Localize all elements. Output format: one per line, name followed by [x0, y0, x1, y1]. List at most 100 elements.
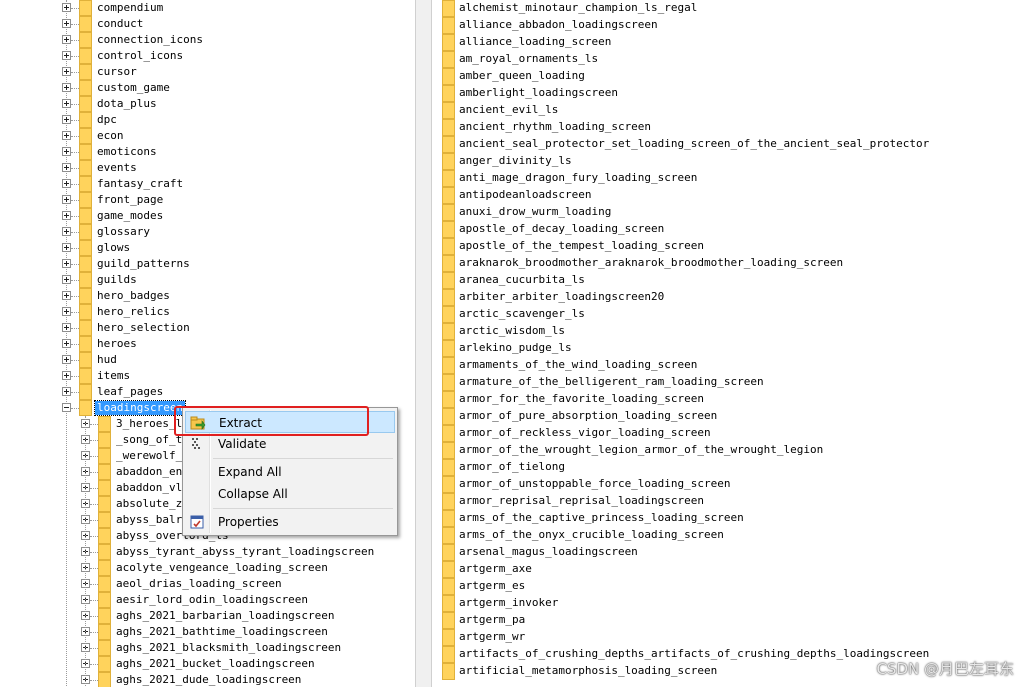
tree-node-label: compendium: [97, 1, 164, 14]
expand-toggle-icon[interactable]: [62, 99, 71, 108]
folder-icon: [442, 51, 455, 68]
tree-connector: [71, 280, 79, 281]
expand-toggle-icon[interactable]: [62, 163, 71, 172]
folder-icon: [79, 400, 92, 416]
list-item-label: ancient_evil_ls: [459, 103, 559, 116]
list-item-label: artificial_metamorphosis_loading_screen: [459, 664, 718, 677]
expand-toggle-icon[interactable]: [62, 211, 71, 220]
folder-icon: [79, 64, 92, 80]
expand-toggle-icon[interactable]: [62, 51, 71, 60]
tree-connector: [71, 248, 79, 249]
folder-icon: [79, 112, 92, 128]
tree-node-label: leaf_pages: [97, 385, 164, 398]
expand-toggle-icon[interactable]: [62, 179, 71, 188]
tree-connector: [90, 632, 98, 633]
collapse-toggle-icon[interactable]: [62, 403, 71, 412]
expand-toggle-icon[interactable]: [62, 323, 71, 332]
list-item-label: artifacts_of_crushing_depths_artifacts_o…: [459, 647, 930, 660]
tree-connector: [90, 472, 98, 473]
list-item-label: armaments_of_the_wind_loading_screen: [459, 358, 698, 371]
list-item-label: anger_divinity_ls: [459, 154, 572, 167]
tree-connector: [71, 360, 79, 361]
tree-connector: [71, 8, 79, 9]
folder-icon: [442, 646, 455, 663]
folder-icon: [442, 544, 455, 561]
folder-icon: [442, 272, 455, 289]
expand-toggle-icon[interactable]: [62, 243, 71, 252]
tree-node-label: hero_relics: [97, 305, 170, 318]
expand-toggle-icon[interactable]: [62, 307, 71, 316]
list-item-label: armor_of_the_wrought_legion_armor_of_the…: [459, 443, 824, 456]
folder-icon: [79, 320, 92, 336]
expand-toggle-icon[interactable]: [62, 83, 71, 92]
expand-toggle-icon[interactable]: [62, 355, 71, 364]
expand-toggle-icon[interactable]: [62, 19, 71, 28]
list-item-label: amber_queen_loading: [459, 69, 585, 82]
tree-node-label: hud: [97, 353, 117, 366]
expand-toggle-icon[interactable]: [62, 227, 71, 236]
tree-connector: [90, 536, 98, 537]
list-item-label: artgerm_axe: [459, 562, 532, 575]
folder-icon: [442, 476, 455, 493]
tree-connector: [71, 40, 79, 41]
list-item-label: arms_of_the_onyx_crucible_loading_screen: [459, 528, 724, 541]
tree-connector: [90, 584, 98, 585]
tree-node-label: dpc: [97, 113, 117, 126]
folder-icon: [79, 208, 92, 224]
tree-node-label: connection_icons: [97, 33, 203, 46]
expand-toggle-icon[interactable]: [62, 259, 71, 268]
folder-icon: [79, 352, 92, 368]
menu-item-extract[interactable]: Extract: [185, 411, 395, 433]
expand-toggle-icon[interactable]: [62, 3, 71, 12]
folder-icon: [79, 304, 92, 320]
tree-node-label: aeol_drias_loading_screen: [116, 577, 282, 590]
tree-connector: [90, 600, 98, 601]
tree-node-label: econ: [97, 129, 124, 142]
list-item-label: amberlight_loadingscreen: [459, 86, 618, 99]
pane-splitter[interactable]: [415, 0, 432, 687]
expand-toggle-icon[interactable]: [62, 147, 71, 156]
folder-icon: [442, 221, 455, 238]
expand-toggle-icon[interactable]: [62, 339, 71, 348]
expand-toggle-icon[interactable]: [62, 131, 71, 140]
expand-toggle-icon[interactable]: [62, 195, 71, 204]
tree-connector: [90, 504, 98, 505]
folder-icon: [98, 528, 111, 544]
right-list-pane[interactable]: alchemist_minotaur_champion_ls_regal alli…: [432, 0, 1028, 687]
expand-toggle-icon[interactable]: [62, 67, 71, 76]
folder-icon: [79, 368, 92, 384]
menu-item-validate[interactable]: Validate: [185, 433, 395, 455]
folder-icon: [79, 272, 92, 288]
folder-icon: [442, 136, 455, 153]
context-menu: Extract Validate Expand All Collapse All…: [182, 407, 398, 536]
menu-item-properties[interactable]: Properties: [185, 511, 395, 533]
folder-icon: [98, 464, 111, 480]
menu-item-collapse-all[interactable]: Collapse All: [185, 483, 395, 505]
tree-connector: [90, 440, 98, 441]
folder-icon: [79, 224, 92, 240]
folder-icon: [79, 0, 92, 16]
folder-icon: [442, 238, 455, 255]
tree-connector: [90, 520, 98, 521]
tree-node-label: custom_game: [97, 81, 170, 94]
menu-item-expand-all[interactable]: Expand All: [185, 461, 395, 483]
tree-connector: [90, 616, 98, 617]
tree-node-label: front_page: [97, 193, 164, 206]
list-item-label: arms_of_the_captive_princess_loading_scr…: [459, 511, 744, 524]
menu-label-properties: Properties: [218, 515, 279, 529]
expand-toggle-icon[interactable]: [62, 115, 71, 124]
list-item-label: arctic_wisdom_ls: [459, 324, 565, 337]
menu-label-validate: Validate: [218, 437, 267, 451]
expand-toggle-icon[interactable]: [62, 371, 71, 380]
tree-connector: [71, 216, 79, 217]
left-tree-pane[interactable]: compendium conduct connection_icons control…: [0, 0, 415, 687]
list-item-label: armor_reprisal_reprisal_loadingscreen: [459, 494, 705, 507]
folder-icon: [98, 544, 111, 560]
folder-icon: [98, 480, 111, 496]
expand-toggle-icon[interactable]: [62, 35, 71, 44]
expand-toggle-icon[interactable]: [62, 387, 71, 396]
expand-toggle-icon[interactable]: [62, 291, 71, 300]
folder-icon: [79, 144, 92, 160]
list-item-label: ancient_rhythm_loading_screen: [459, 120, 652, 133]
expand-toggle-icon[interactable]: [62, 275, 71, 284]
